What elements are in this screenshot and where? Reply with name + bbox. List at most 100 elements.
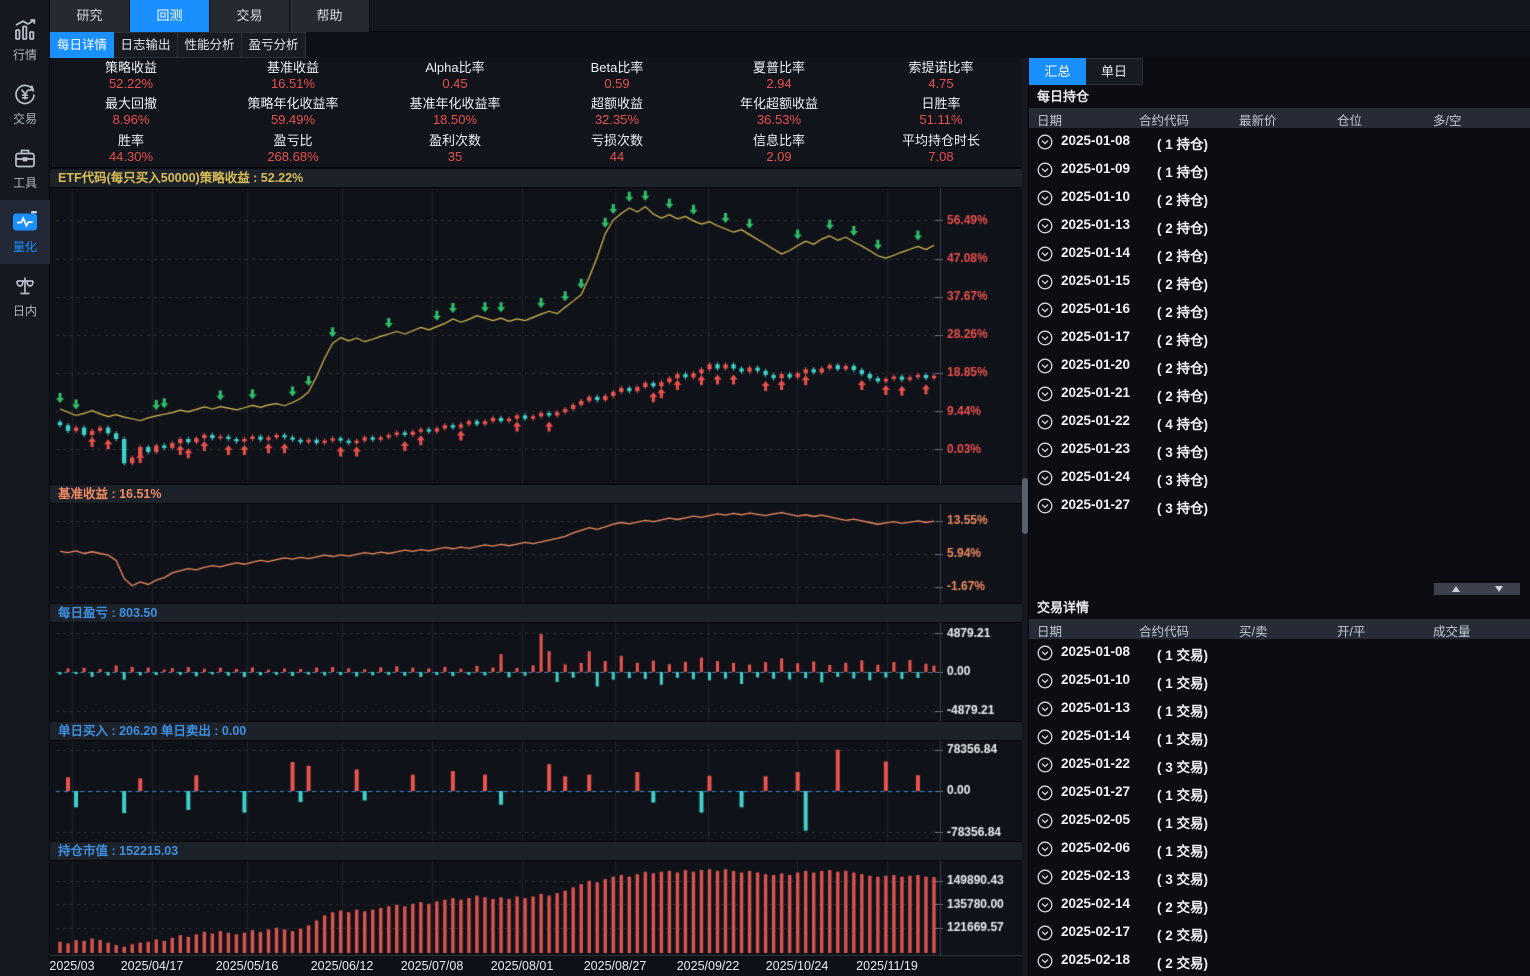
daily-pnl-chart[interactable]: [50, 623, 1022, 721]
chevron-down-icon[interactable]: [1037, 701, 1053, 717]
page-down-icon[interactable]: [1495, 586, 1503, 592]
holdings-row[interactable]: 2025-01-24( 3 持仓): [1029, 464, 1530, 492]
position-market-value-chart[interactable]: [50, 861, 1022, 955]
chevron-down-icon[interactable]: [1037, 813, 1053, 829]
chevron-down-icon[interactable]: [1037, 190, 1053, 206]
sidebar-item-market[interactable]: 行情: [0, 8, 50, 72]
sub-tab[interactable]: 盈亏分析: [242, 32, 306, 58]
trades-row[interactable]: 2025-02-13( 3 交易): [1029, 863, 1530, 891]
chevron-down-icon[interactable]: [1037, 925, 1053, 941]
holdings-row[interactable]: 2025-01-08( 1 持仓): [1029, 128, 1530, 156]
holdings-row[interactable]: 2025-01-09( 1 持仓): [1029, 156, 1530, 184]
holdings-section-title: 每日持仓: [1029, 85, 1530, 108]
stat-label: 盈亏比: [273, 133, 312, 149]
chevron-down-icon[interactable]: [1037, 246, 1053, 262]
holdings-pager[interactable]: [1434, 583, 1520, 595]
nav-tab[interactable]: 交易: [210, 0, 290, 32]
row-count: ( 2 交易): [1157, 924, 1208, 944]
trades-row[interactable]: 2025-01-27( 1 交易): [1029, 779, 1530, 807]
stat-label: 索提诺比率: [908, 60, 973, 76]
trades-row[interactable]: 2025-02-14( 2 交易): [1029, 891, 1530, 919]
chevron-down-icon[interactable]: [1037, 498, 1053, 514]
chevron-down-icon[interactable]: [1037, 673, 1053, 689]
holdings-row[interactable]: 2025-01-13( 2 持仓): [1029, 212, 1530, 240]
holdings-row[interactable]: 2025-01-22( 4 持仓): [1029, 408, 1530, 436]
chevron-down-icon[interactable]: [1037, 470, 1053, 486]
benchmark-return-chart[interactable]: [50, 504, 1022, 603]
daily-buy-sell-chart[interactable]: [50, 741, 1022, 841]
strategy-equity-chart[interactable]: [50, 188, 1022, 484]
trades-row[interactable]: 2025-02-18( 2 交易): [1029, 947, 1530, 975]
trades-row[interactable]: 2025-01-13( 1 交易): [1029, 695, 1530, 723]
chevron-down-icon[interactable]: [1037, 953, 1053, 969]
page-up-icon[interactable]: [1452, 586, 1460, 592]
sidebar-item-tools[interactable]: 工具: [0, 136, 50, 200]
column-header[interactable]: 多/空: [1433, 110, 1461, 129]
trades-row[interactable]: 2025-01-10( 1 交易): [1029, 667, 1530, 695]
holdings-row[interactable]: 2025-01-20( 2 持仓): [1029, 352, 1530, 380]
sidebar-item-intraday[interactable]: 日内: [0, 264, 50, 328]
sidebar-item-quant[interactable]: 量化: [0, 200, 50, 264]
sidebar-item-label: 日内: [13, 302, 37, 319]
sidebar-item-label: 量化: [13, 238, 37, 255]
nav-tab[interactable]: 帮助: [290, 0, 370, 32]
row-count: ( 3 交易): [1157, 868, 1208, 888]
chevron-down-icon[interactable]: [1037, 330, 1053, 346]
row-count: ( 4 持仓): [1157, 413, 1208, 433]
holdings-row[interactable]: 2025-01-14( 2 持仓): [1029, 240, 1530, 268]
column-header[interactable]: 成交量: [1433, 621, 1471, 640]
x-axis-tick-label: 2025/05/16: [216, 959, 279, 973]
summary-tab[interactable]: 汇总: [1029, 58, 1086, 85]
chevron-down-icon[interactable]: [1037, 386, 1053, 402]
chevron-down-icon[interactable]: [1037, 841, 1053, 857]
holdings-row[interactable]: 2025-01-16( 2 持仓): [1029, 296, 1530, 324]
chevron-down-icon[interactable]: [1037, 302, 1053, 318]
chevron-down-icon[interactable]: [1037, 869, 1053, 885]
holdings-row[interactable]: 2025-01-27( 3 持仓): [1029, 492, 1530, 520]
holdings-row[interactable]: 2025-01-17( 2 持仓): [1029, 324, 1530, 352]
column-header[interactable]: 日期: [1037, 110, 1062, 129]
chevron-down-icon[interactable]: [1037, 134, 1053, 150]
x-axis-tick-label: 2025/08/27: [584, 959, 647, 973]
summary-tab[interactable]: 单日: [1086, 58, 1143, 85]
chevron-down-icon[interactable]: [1037, 442, 1053, 458]
nav-tab[interactable]: 回测: [130, 0, 210, 32]
sub-tab[interactable]: 日志输出: [114, 32, 178, 58]
column-header[interactable]: 合约代码: [1139, 110, 1189, 129]
sub-tab[interactable]: 每日详情: [50, 32, 114, 58]
stat-value: 0.45: [442, 76, 467, 92]
column-header[interactable]: 买/卖: [1239, 621, 1267, 640]
trades-row[interactable]: 2025-02-05( 1 交易): [1029, 807, 1530, 835]
trades-row[interactable]: 2025-01-14( 1 交易): [1029, 723, 1530, 751]
row-date: 2025-01-13: [1061, 217, 1130, 232]
chevron-down-icon[interactable]: [1037, 162, 1053, 178]
column-header[interactable]: 日期: [1037, 621, 1062, 640]
sidebar-item-label: 行情: [13, 46, 37, 63]
chevron-down-icon[interactable]: [1037, 729, 1053, 745]
trades-row[interactable]: 2025-02-17( 2 交易): [1029, 919, 1530, 947]
stat-cell: 策略收益52.22%: [50, 58, 212, 94]
holdings-row[interactable]: 2025-01-15( 2 持仓): [1029, 268, 1530, 296]
holdings-row[interactable]: 2025-01-23( 3 持仓): [1029, 436, 1530, 464]
stat-cell: 日胜率51.11%: [860, 94, 1022, 130]
trades-row[interactable]: 2025-02-06( 1 交易): [1029, 835, 1530, 863]
chevron-down-icon[interactable]: [1037, 218, 1053, 234]
sidebar-item-trade[interactable]: 交易: [0, 72, 50, 136]
trades-row[interactable]: 2025-01-08( 1 交易): [1029, 639, 1530, 667]
column-header[interactable]: 合约代码: [1139, 621, 1189, 640]
sub-tab[interactable]: 性能分析: [178, 32, 242, 58]
chevron-down-icon[interactable]: [1037, 358, 1053, 374]
chevron-down-icon[interactable]: [1037, 414, 1053, 430]
column-header[interactable]: 仓位: [1337, 110, 1362, 129]
chevron-down-icon[interactable]: [1037, 757, 1053, 773]
chevron-down-icon[interactable]: [1037, 274, 1053, 290]
holdings-row[interactable]: 2025-01-10( 2 持仓): [1029, 184, 1530, 212]
chevron-down-icon[interactable]: [1037, 897, 1053, 913]
holdings-row[interactable]: 2025-01-21( 2 持仓): [1029, 380, 1530, 408]
nav-tab[interactable]: 研究: [50, 0, 130, 32]
column-header[interactable]: 开/平: [1337, 621, 1365, 640]
chevron-down-icon[interactable]: [1037, 785, 1053, 801]
chevron-down-icon[interactable]: [1037, 645, 1053, 661]
column-header[interactable]: 最新价: [1239, 110, 1277, 129]
trades-row[interactable]: 2025-01-22( 3 交易): [1029, 751, 1530, 779]
